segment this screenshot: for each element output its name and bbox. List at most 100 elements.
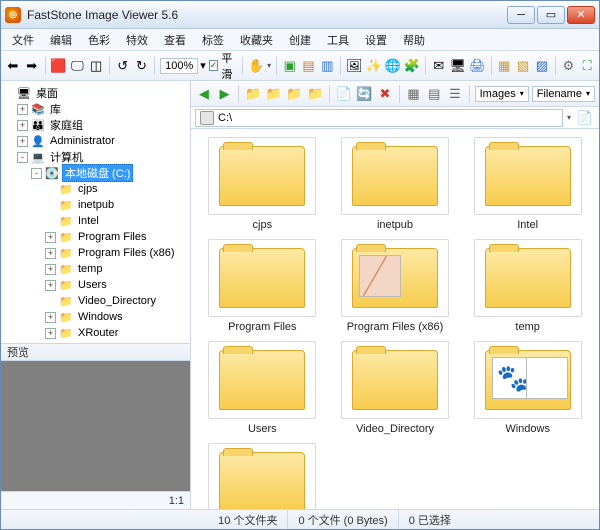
- folder-item[interactable]: Program Files: [199, 239, 326, 333]
- menu-item[interactable]: 色彩: [81, 30, 117, 50]
- folder-item[interactable]: temp: [464, 239, 591, 333]
- nav-back-icon[interactable]: ◀: [195, 84, 213, 104]
- expand-icon[interactable]: +: [45, 264, 56, 275]
- wallpaper-icon[interactable]: 🖥: [450, 56, 467, 76]
- settings-icon[interactable]: ⚙: [561, 56, 577, 76]
- view-mode-dropdown[interactable]: Images▾: [475, 86, 529, 102]
- collapse-icon[interactable]: -: [17, 152, 28, 163]
- nav-fwd-icon[interactable]: ▶: [216, 84, 234, 104]
- tree-node[interactable]: 📁inetpub: [3, 197, 188, 213]
- list-icon[interactable]: ☰: [446, 84, 464, 104]
- tree-node[interactable]: 📁Intel: [3, 213, 188, 229]
- menu-item[interactable]: 编辑: [43, 30, 79, 50]
- maximize-button[interactable]: ▭: [537, 6, 565, 24]
- view-3-icon[interactable]: ▨: [534, 56, 550, 76]
- sort-mode-dropdown[interactable]: Filename▾: [532, 86, 595, 102]
- print-icon[interactable]: 🖨: [469, 56, 486, 76]
- menu-item[interactable]: 帮助: [396, 30, 432, 50]
- view-2-icon[interactable]: ▧: [515, 56, 531, 76]
- folder-yellow-icon[interactable]: 📁: [244, 84, 262, 104]
- menu-item[interactable]: 文件: [5, 30, 41, 50]
- menu-item[interactable]: 工具: [320, 30, 356, 50]
- tree-node[interactable]: 🖥桌面: [3, 85, 188, 101]
- tool-2-icon[interactable]: ▤: [301, 56, 317, 76]
- folder-tree[interactable]: 🖥桌面+📚库+👪家庭组+👤Administrator-💻计算机-💽本地磁盘 (C…: [1, 81, 190, 343]
- tool-3-icon[interactable]: ▥: [319, 56, 335, 76]
- effect-4-icon[interactable]: 🧩: [404, 56, 420, 76]
- effect-2-icon[interactable]: ✨: [366, 56, 382, 76]
- folder-item[interactable]: XRouter: [199, 443, 326, 509]
- thumb-large-icon[interactable]: ▦: [405, 84, 423, 104]
- folder-item[interactable]: inetpub: [332, 137, 459, 231]
- folder-red-icon[interactable]: 📁: [265, 84, 283, 104]
- menu-item[interactable]: 创建: [282, 30, 318, 50]
- expand-icon[interactable]: +: [45, 232, 56, 243]
- menu-item[interactable]: 特效: [119, 30, 155, 50]
- folder-item[interactable]: cjps: [199, 137, 326, 231]
- expand-icon[interactable]: +: [17, 136, 28, 147]
- forward-button[interactable]: ➡: [24, 56, 40, 76]
- path-dropdown-icon[interactable]: ▾: [567, 113, 571, 122]
- expand-icon[interactable]: +: [17, 120, 28, 131]
- thumbnail-blank-icon: [526, 357, 568, 399]
- expand-icon[interactable]: +: [17, 104, 28, 115]
- action-1-icon[interactable]: 📄: [335, 84, 353, 104]
- tree-node[interactable]: +👪家庭组: [3, 117, 188, 133]
- folder-thumbnail: [341, 137, 449, 215]
- preview-pane[interactable]: [1, 361, 190, 491]
- smooth-checkbox[interactable]: ✓ 平滑: [209, 51, 237, 81]
- tree-node[interactable]: 📁cjps: [3, 181, 188, 197]
- menu-item[interactable]: 设置: [358, 30, 394, 50]
- thumb-small-icon[interactable]: ▤: [425, 84, 443, 104]
- tree-node[interactable]: -💻计算机: [3, 149, 188, 165]
- folder-item[interactable]: Users: [199, 341, 326, 435]
- tree-node[interactable]: +📁Program Files: [3, 229, 188, 245]
- compare-icon[interactable]: ◫: [88, 56, 104, 76]
- effect-3-icon[interactable]: 🌐: [385, 56, 401, 76]
- collapse-icon[interactable]: -: [31, 168, 42, 179]
- tree-node[interactable]: +📁temp: [3, 261, 188, 277]
- expand-icon[interactable]: +: [45, 280, 56, 291]
- thumbnail-grid[interactable]: cjpsinetpubIntel Program FilesProgram Fil…: [191, 129, 599, 509]
- tree-node[interactable]: -💽本地磁盘 (C:): [3, 165, 188, 181]
- tree-node[interactable]: +👤Administrator: [3, 133, 188, 149]
- stamp-icon[interactable]: 🟥: [50, 56, 66, 76]
- path-action-icon[interactable]: 📄: [575, 108, 595, 128]
- zoom-dropdown-icon[interactable]: ▾: [200, 59, 206, 72]
- expand-icon[interactable]: +: [45, 328, 56, 339]
- expand-icon[interactable]: +: [45, 312, 56, 323]
- hand-dropdown-icon[interactable]: ▾: [267, 61, 271, 70]
- refresh-icon[interactable]: 🔄: [355, 84, 373, 104]
- fullscreen-icon[interactable]: ⛶: [579, 56, 595, 76]
- view-1-icon[interactable]: ▦: [496, 56, 512, 76]
- minimize-button[interactable]: ─: [507, 6, 535, 24]
- folder-item[interactable]: Intel: [464, 137, 591, 231]
- tree-node[interactable]: +📁Windows: [3, 309, 188, 325]
- folder-blue-icon[interactable]: 📁: [306, 84, 324, 104]
- zoom-value[interactable]: 100%: [160, 58, 198, 74]
- slideshow-icon[interactable]: 🖵: [70, 56, 86, 76]
- folder-item[interactable]: 🐾Windows: [464, 341, 591, 435]
- tree-node[interactable]: +📁Program Files (x86): [3, 245, 188, 261]
- path-input[interactable]: C:\: [195, 109, 563, 127]
- tree-node[interactable]: +📚库: [3, 101, 188, 117]
- close-button[interactable]: ✕: [567, 6, 595, 24]
- menu-item[interactable]: 查看: [157, 30, 193, 50]
- tool-1-icon[interactable]: ▣: [282, 56, 298, 76]
- back-button[interactable]: ⬅: [5, 56, 21, 76]
- email-icon[interactable]: ✉: [431, 56, 447, 76]
- tree-node[interactable]: +📁Users: [3, 277, 188, 293]
- effect-1-icon[interactable]: 🖼: [346, 56, 363, 76]
- folder-item[interactable]: Video_Directory: [332, 341, 459, 435]
- folder-item[interactable]: Program Files (x86): [332, 239, 459, 333]
- tree-node[interactable]: +📁XRouter: [3, 325, 188, 341]
- menu-item[interactable]: 收藏夹: [233, 30, 280, 50]
- menu-item[interactable]: 标签: [195, 30, 231, 50]
- rotate-right-icon[interactable]: ↻: [134, 56, 150, 76]
- expand-icon[interactable]: +: [45, 248, 56, 259]
- hand-icon[interactable]: ✋: [248, 56, 264, 76]
- rotate-left-icon[interactable]: ↺: [115, 56, 131, 76]
- delete-icon[interactable]: ✖: [376, 84, 394, 104]
- folder-green-icon[interactable]: 📁: [286, 84, 304, 104]
- tree-node[interactable]: 📁Video_Directory: [3, 293, 188, 309]
